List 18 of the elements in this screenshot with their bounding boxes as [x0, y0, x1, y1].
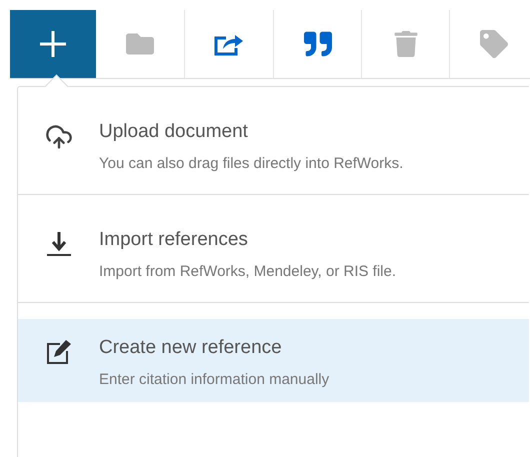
menu-item-description: Enter citation information manually [99, 371, 330, 388]
menu-item-title: Upload document [99, 121, 249, 143]
menu-item-title: Create new reference [99, 337, 283, 359]
menu-item[interactable]: Create new reference Enter citation information manually [18, 319, 529, 402]
menu-item-title: Import references [99, 229, 249, 251]
download-icon [46, 231, 70, 257]
edit-icon [46, 339, 72, 365]
quote-icon [304, 30, 332, 58]
add-button[interactable] [10, 10, 96, 78]
trash-icon [392, 31, 418, 57]
menu-item[interactable]: Import references Import from RefWorks, Mendeley, or RIS file. [18, 195, 529, 302]
plus-icon [38, 29, 68, 59]
share-icon [214, 32, 244, 56]
menu-item-description: You can also drag files directly into RefWorks. [99, 155, 404, 172]
menu-item-description: Import from RefWorks, Mendeley, or RIS file. [99, 263, 396, 280]
tag-icon [480, 30, 508, 58]
menu-item[interactable]: Upload document You can also drag files directly into RefWorks. [18, 87, 529, 194]
cloud-upload-icon [44, 123, 72, 151]
